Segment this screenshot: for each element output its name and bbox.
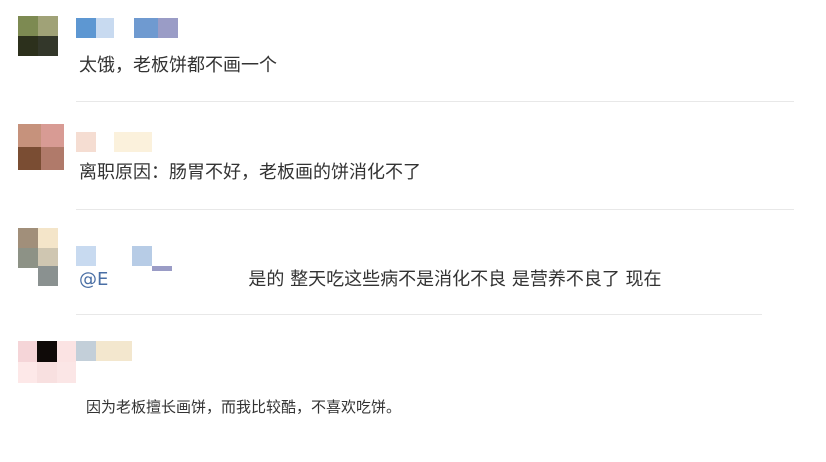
avatar-pixel bbox=[38, 228, 58, 248]
comment-item: 因为老板擅长画饼，而我比较酷，不喜欢吃饼。 bbox=[0, 315, 826, 462]
avatar-pixel bbox=[41, 147, 64, 170]
avatar-pixel bbox=[18, 147, 41, 170]
comment-item: 太饿，老板饼都不画一个 bbox=[0, 0, 826, 102]
comment-item: @E 是的 整天吃这些病不是消化不良 是营养不良了 现在 bbox=[0, 210, 826, 315]
comment-text: 因为老板擅长画饼，而我比较酷，不喜欢吃饼。 bbox=[86, 398, 402, 416]
avatar-pixel bbox=[18, 36, 38, 56]
avatar-pixel bbox=[18, 362, 38, 383]
avatar[interactable] bbox=[18, 228, 58, 268]
avatar[interactable] bbox=[18, 16, 58, 56]
avatar-pixel bbox=[38, 16, 58, 36]
avatar-pixel bbox=[56, 362, 76, 383]
avatar-pixel bbox=[38, 248, 58, 268]
avatar-pixel bbox=[38, 266, 58, 286]
comment-text: 离职原因：肠胃不好，老板画的饼消化不了 bbox=[79, 162, 421, 183]
avatar[interactable] bbox=[18, 341, 76, 383]
username-blurred[interactable] bbox=[76, 132, 152, 152]
mention-link[interactable]: @E bbox=[79, 269, 108, 290]
avatar-pixel bbox=[38, 36, 58, 56]
avatar-pixel bbox=[41, 124, 64, 147]
avatar-pixel bbox=[37, 362, 57, 383]
avatar[interactable] bbox=[18, 124, 64, 170]
username-blurred[interactable] bbox=[76, 246, 152, 266]
avatar-pixel bbox=[18, 16, 38, 36]
redacted-region bbox=[108, 271, 249, 289]
avatar-pixel bbox=[56, 341, 76, 362]
username-blurred[interactable] bbox=[76, 341, 132, 361]
comment-item: 离职原因：肠胃不好，老板画的饼消化不了 bbox=[0, 102, 826, 210]
username-blurred[interactable] bbox=[76, 18, 178, 38]
avatar-pixel bbox=[18, 248, 38, 268]
avatar-pixel bbox=[37, 341, 57, 362]
avatar-pixel bbox=[18, 228, 38, 248]
comment-body: 是的 整天吃这些病不是消化不良 是营养不良了 现在 bbox=[248, 269, 662, 290]
avatar-pixel bbox=[18, 341, 38, 362]
comment-text: @E 是的 整天吃这些病不是消化不良 是营养不良了 现在 bbox=[79, 268, 662, 292]
avatar-pixel bbox=[18, 124, 41, 147]
comment-text: 太饿，老板饼都不画一个 bbox=[79, 55, 277, 76]
